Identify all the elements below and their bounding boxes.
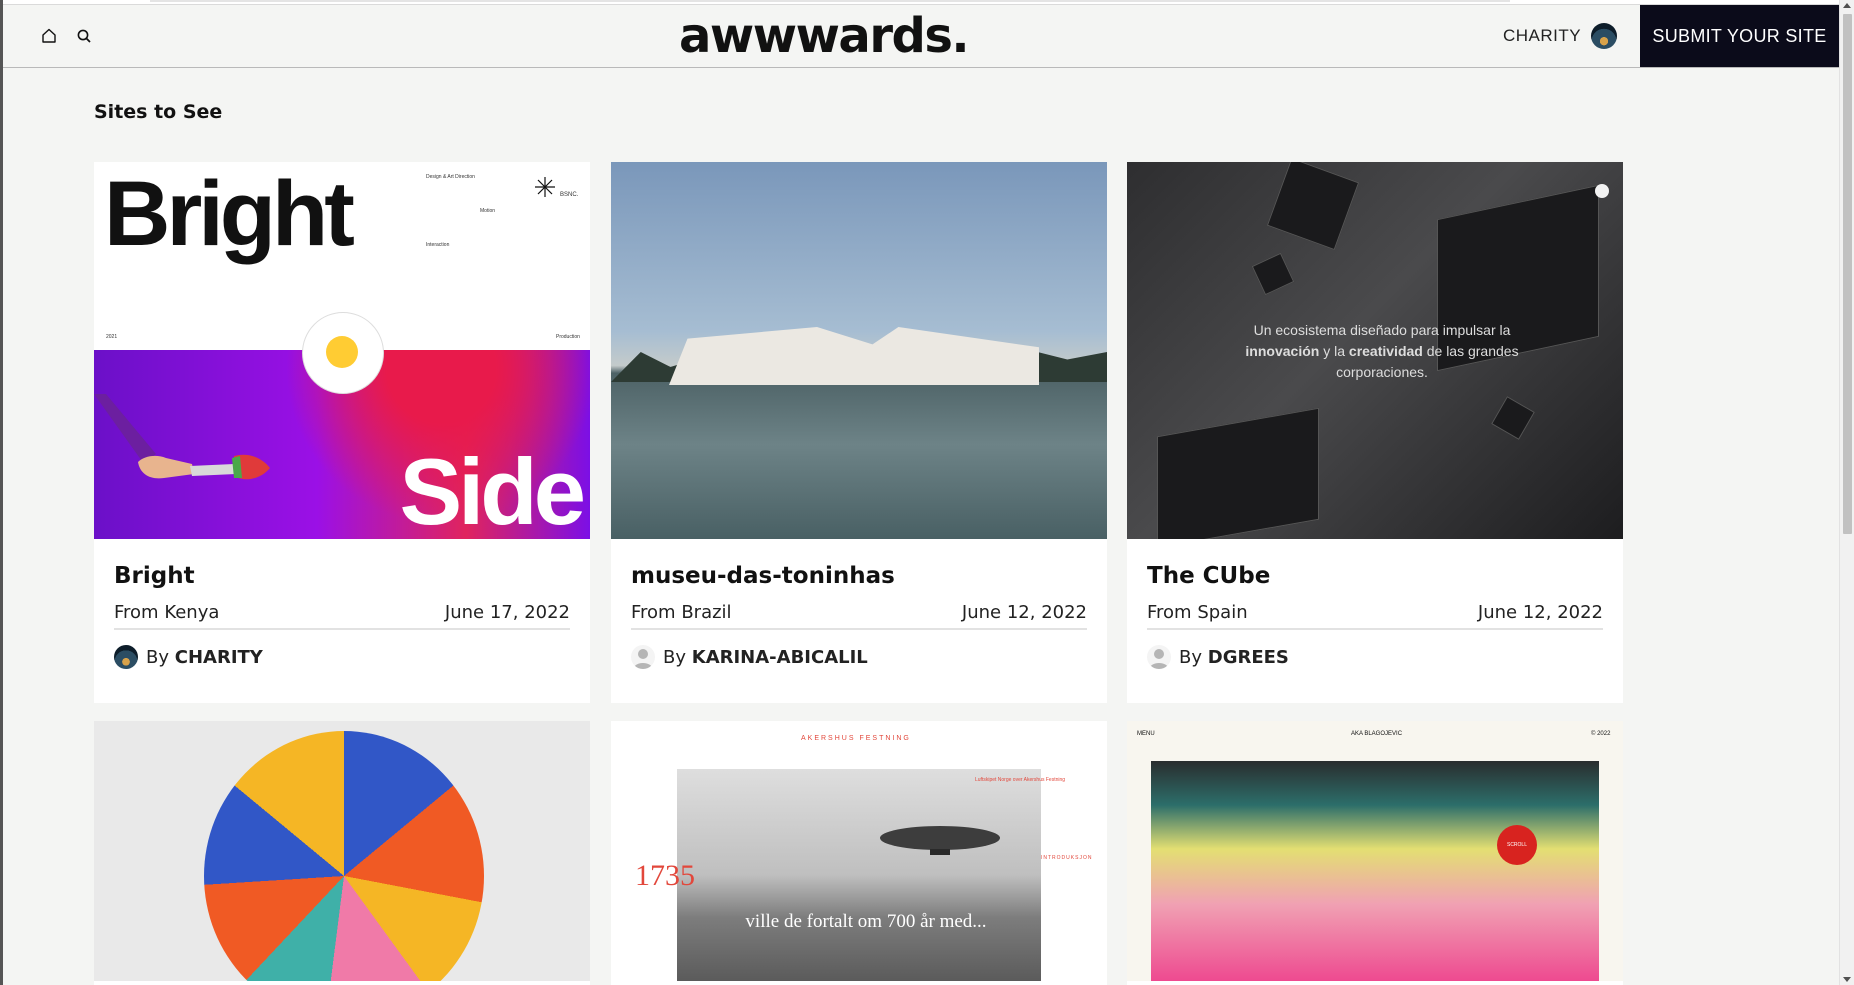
thumb-brand: BSNC. xyxy=(560,192,579,198)
user-placeholder-icon[interactable] xyxy=(631,645,655,669)
card-title[interactable]: Bright xyxy=(114,563,195,589)
knife-hand-illustration xyxy=(94,394,270,480)
author-name[interactable]: KARINA-ABICALIL xyxy=(692,647,868,668)
by-label: By xyxy=(146,646,170,668)
thumb-note: Motion xyxy=(480,208,496,214)
card-country: From Brazil xyxy=(631,602,732,623)
menu-icon xyxy=(1595,184,1609,198)
thumb-name: AKA BLAGOJEVIC xyxy=(1351,731,1403,737)
submit-site-button[interactable]: SUBMIT YOUR SITE xyxy=(1640,5,1839,67)
thumb-credit: Luftskipet Norge over Akershus Festning xyxy=(975,777,1066,783)
card-author[interactable]: By DGREES xyxy=(1147,643,1289,671)
card-date: June 12, 2022 xyxy=(1477,602,1603,623)
site-card-bright[interactable]: Bright Design & Art Direction Motion Int… xyxy=(94,162,590,703)
tagline-text: y la xyxy=(1319,343,1349,359)
tagline-bold: innovación xyxy=(1245,343,1320,359)
user-placeholder-icon[interactable] xyxy=(1147,645,1171,669)
thumb-headline-2: Side xyxy=(399,439,586,539)
thumb-tagline: Un ecosistema diseñado para impulsar la … xyxy=(1217,320,1547,383)
emoji-icon xyxy=(326,336,358,368)
thumb-side-label: INTRODUKSJON xyxy=(1041,855,1093,861)
card-date: June 17, 2022 xyxy=(444,602,570,623)
card-body: Bright From Kenya June 17, 2022 By CHARI… xyxy=(114,539,570,703)
site-card-aka-blagojevic[interactable]: MENU AKA BLAGOJEVIC © 2022 SCROLL xyxy=(1127,721,1623,985)
card-meta: From Kenya June 17, 2022 xyxy=(114,602,570,630)
section-title: Sites to See xyxy=(94,101,223,123)
site-thumbnail[interactable]: MENU AKA BLAGOJEVIC © 2022 SCROLL xyxy=(1127,721,1623,981)
thumb-cube xyxy=(1251,252,1295,296)
site-thumbnail[interactable]: AKERSHUS FESTNING 1735 ville de fortalt … xyxy=(611,721,1107,981)
thumb-photo xyxy=(677,769,1041,981)
asterisk-icon xyxy=(535,177,555,197)
search-icon[interactable] xyxy=(73,25,95,47)
site-card-the-cube[interactable]: Un ecosistema diseñado para impulsar la … xyxy=(1127,162,1623,703)
home-icon[interactable] xyxy=(38,25,60,47)
thumb-note: Production xyxy=(556,334,580,340)
tagline-bold: creatividad xyxy=(1348,343,1423,359)
site-logo[interactable]: awwwards. xyxy=(679,7,970,65)
card-body: museu-das-toninhas From Brazil June 12, … xyxy=(631,539,1087,703)
card-title[interactable]: museu-das-toninhas xyxy=(631,563,895,589)
thumb-photo xyxy=(1151,761,1599,981)
site-thumbnail[interactable] xyxy=(94,721,590,981)
thumb-caption: ville de fortalt om 700 år med... xyxy=(745,911,987,932)
user-avatar[interactable] xyxy=(1591,23,1618,49)
card-meta: From Brazil June 12, 2022 xyxy=(631,602,1087,630)
site-header: awwwards. CHARITY SUBMIT YOUR SITE xyxy=(3,5,1839,68)
thumb-note: 2021 xyxy=(106,334,118,340)
site-thumbnail[interactable]: Bright Design & Art Direction Motion Int… xyxy=(94,162,590,539)
browser-tab-strip xyxy=(150,0,1510,2)
thumb-cube xyxy=(1491,396,1535,440)
card-country: From Spain xyxy=(1147,602,1248,623)
author-name[interactable]: DGREES xyxy=(1208,647,1289,668)
card-date: June 12, 2022 xyxy=(961,602,1087,623)
tagline-text: de las grandes xyxy=(1422,343,1519,359)
card-author[interactable]: By CHARITY xyxy=(114,643,263,671)
page-scrollbar[interactable] xyxy=(1839,0,1854,985)
scroll-down-icon[interactable] xyxy=(1843,977,1851,982)
thumb-bouquet xyxy=(204,731,484,981)
card-body: The CUbe From Spain June 12, 2022 By DGR… xyxy=(1147,539,1603,703)
zeppelin-illustration xyxy=(880,826,1000,855)
thumb-building xyxy=(669,327,1039,385)
card-meta: From Spain June 12, 2022 xyxy=(1147,602,1603,630)
scroll-up-icon[interactable] xyxy=(1843,3,1851,8)
user-name[interactable]: CHARITY xyxy=(1503,26,1581,46)
tagline-line-2: innovación y la creatividad de las grand… xyxy=(1217,341,1547,362)
thumb-note: Design & Art Direction xyxy=(426,174,475,180)
site-thumbnail[interactable]: Un ecosistema diseñado para impulsar la … xyxy=(1127,162,1623,539)
thumb-year: 1735 xyxy=(635,859,695,892)
thumb-headline: Bright xyxy=(104,163,355,265)
card-author[interactable]: By KARINA-ABICALIL xyxy=(631,643,868,671)
scroll-cta: SCROLL xyxy=(1497,825,1537,865)
site-card-akershus[interactable]: AKERSHUS FESTNING 1735 ville de fortalt … xyxy=(611,721,1107,985)
user-menu[interactable]: CHARITY xyxy=(1503,21,1618,51)
thumb-note: Interaction xyxy=(426,242,450,248)
thumb-year: © 2022 xyxy=(1591,731,1611,737)
by-label: By xyxy=(663,646,687,668)
card-title[interactable]: The CUbe xyxy=(1147,563,1270,589)
scrollbar-thumb[interactable] xyxy=(1843,14,1852,534)
window-left-edge xyxy=(0,0,3,985)
site-card-museu-das-toninhas[interactable]: museu-das-toninhas From Brazil June 12, … xyxy=(611,162,1107,703)
thumb-cube xyxy=(1266,162,1360,251)
author-name[interactable]: CHARITY xyxy=(175,647,263,668)
author-avatar[interactable] xyxy=(114,645,138,669)
by-label: By xyxy=(1179,646,1203,668)
site-thumbnail[interactable] xyxy=(611,162,1107,539)
tagline-line-1: Un ecosistema diseñado para impulsar la xyxy=(1253,322,1511,338)
site-card-flowers[interactable] xyxy=(94,721,590,985)
card-country: From Kenya xyxy=(114,602,220,623)
thumb-menu-label: MENU xyxy=(1137,731,1155,737)
thumb-cube xyxy=(1157,407,1319,539)
tagline-line-3: corporaciones. xyxy=(1336,364,1428,380)
thumb-brand: AKERSHUS FESTNING xyxy=(801,735,911,742)
